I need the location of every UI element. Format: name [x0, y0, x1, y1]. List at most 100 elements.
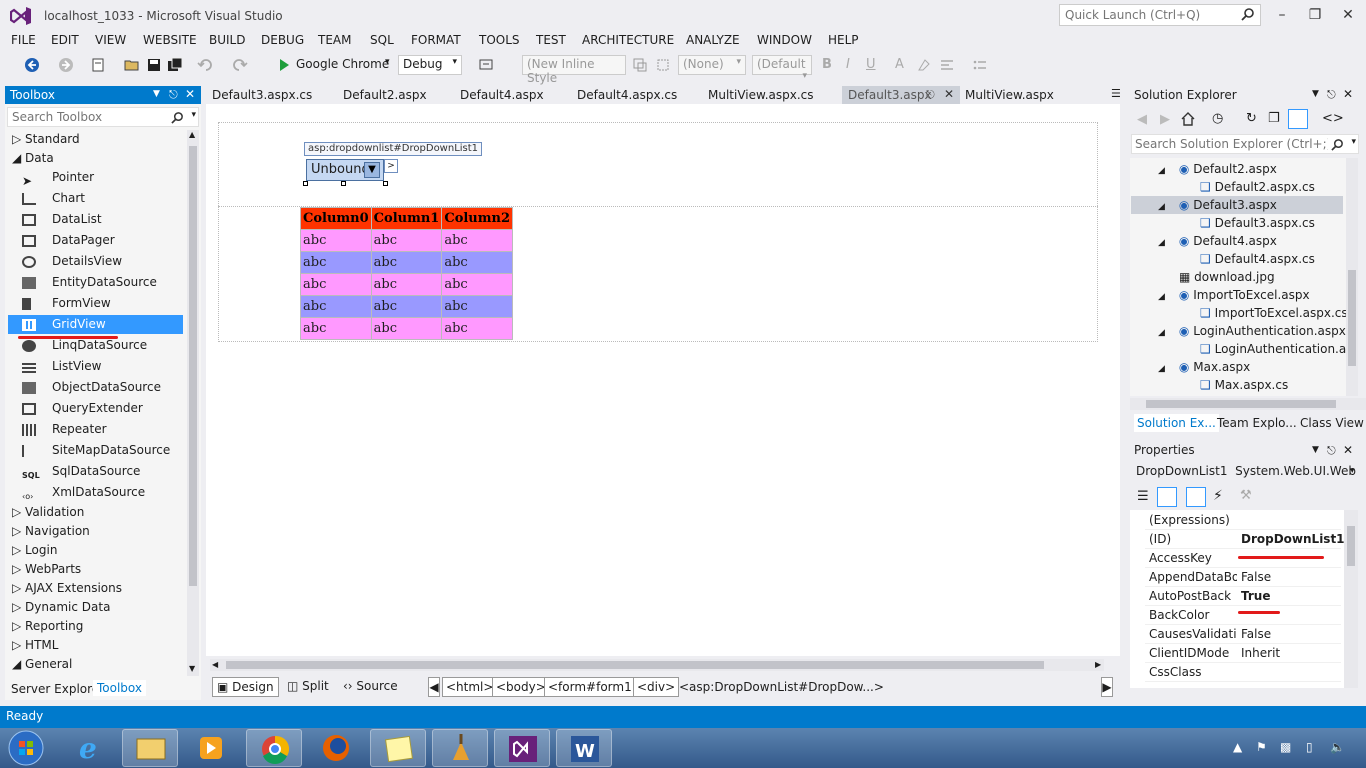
property-value[interactable]: False — [1241, 568, 1271, 587]
toolbox-item-chart[interactable]: Chart — [22, 189, 182, 208]
toolbox-category-validation[interactable]: ▷ Validation — [12, 503, 84, 521]
toolbox-item-repeater[interactable]: Repeater — [22, 420, 182, 439]
panel-menu-icon[interactable]: ▼ — [1312, 89, 1319, 99]
tray-overflow-icon[interactable]: ▲ — [1233, 740, 1242, 754]
toolbox-item-xmldatasource[interactable]: ‹o› XmlDataSource — [22, 483, 182, 502]
panel-menu-icon[interactable]: ▼ — [1312, 445, 1319, 455]
tree-item-download-jpg[interactable]: ▦ download.jpg — [1179, 268, 1275, 286]
breadcrumb-dropdownlist[interactable]: <asp:DropDownList#DropDow...> — [675, 677, 888, 697]
toolbox-category-webparts[interactable]: ▷ WebParts — [12, 560, 81, 578]
redo-icon[interactable] — [232, 57, 248, 73]
property-value[interactable]: False — [1241, 625, 1271, 644]
taskbar-word-icon[interactable]: W — [556, 729, 612, 767]
toolbox-item-gridview[interactable]: GridView — [8, 315, 183, 334]
underline-button[interactable]: U — [866, 57, 876, 72]
taskbar-cleaner-icon[interactable] — [432, 729, 488, 767]
tab-default4-aspx-cs[interactable]: Default4.aspx.cs — [577, 88, 677, 102]
solution-search-box[interactable]: ▾ — [1131, 134, 1359, 154]
solution-hscroll-thumb[interactable] — [1146, 400, 1336, 408]
close-window-button[interactable]: ✕ — [1331, 4, 1365, 26]
pin-icon[interactable]: ⎋ — [1327, 444, 1336, 458]
navigate-back-icon[interactable] — [24, 57, 40, 73]
tab-multiview-aspx[interactable]: MultiView.aspx — [965, 88, 1054, 102]
tab-toolbox[interactable]: Toolbox — [93, 680, 146, 696]
tree-item-max-aspx-cs[interactable]: ❑ Max.aspx.cs — [1200, 376, 1288, 394]
solution-scroll-thumb[interactable] — [1348, 270, 1356, 366]
scroll-left-icon[interactable]: ◀ — [212, 660, 218, 669]
history-icon[interactable]: ◷ — [1212, 111, 1223, 126]
taskbar-media-player-icon[interactable] — [183, 729, 239, 767]
scroll-up-icon[interactable]: ▲ — [189, 130, 195, 139]
tree-item-loginauthentication-aspx-cs[interactable]: ❑ LoginAuthentication.asp — [1200, 340, 1346, 358]
minimize-button[interactable]: – — [1265, 4, 1299, 26]
smart-tag-icon[interactable]: > — [384, 159, 398, 173]
taskbar-internet-explorer-icon[interactable]: e — [61, 729, 117, 767]
show-all-files-icon[interactable] — [1288, 109, 1308, 129]
pin-icon[interactable]: ⎋ — [926, 88, 935, 102]
categorized-icon[interactable]: ☰ — [1137, 489, 1149, 504]
home-icon[interactable] — [1181, 112, 1195, 126]
new-style-icon[interactable] — [632, 57, 648, 73]
close-panel-icon[interactable]: ✕ — [1343, 87, 1353, 101]
font-color-button[interactable]: A — [895, 57, 904, 72]
forward-icon[interactable]: ▶ — [1160, 112, 1170, 127]
toolbox-item-datalist[interactable]: DataList — [22, 210, 182, 229]
tab-class-view[interactable]: Class View — [1300, 414, 1364, 432]
tree-item-default3-aspx[interactable]: ◢ ◉ Default3.aspx — [1158, 196, 1277, 214]
property-row[interactable]: AppendDataBou False — [1145, 568, 1341, 587]
property-value[interactable]: True — [1241, 587, 1270, 606]
tree-item-default2-aspx-cs[interactable]: ❑ Default2.aspx.cs — [1200, 178, 1315, 196]
toolbox-item-queryextender[interactable]: QueryExtender — [22, 399, 182, 418]
tree-item-loginauthentication-aspx[interactable]: ◢ ◉ LoginAuthentication.aspx — [1158, 322, 1346, 340]
toolbox-item-objectdatasource[interactable]: ObjectDataSource — [22, 378, 182, 397]
design-view-button[interactable]: ▣ Design — [212, 677, 279, 697]
toolbox-item-formview[interactable]: FormView — [22, 294, 182, 313]
alphabetical-icon[interactable] — [1157, 487, 1177, 507]
menu-website[interactable]: WEBSITE — [143, 33, 197, 47]
taskbar-chrome-icon[interactable] — [246, 729, 302, 767]
crumb-prev-icon[interactable]: ◀ — [428, 677, 440, 697]
tree-item-default4-aspx-cs[interactable]: ❑ Default4.aspx.cs — [1200, 250, 1315, 268]
solution-config-select[interactable]: Debug ▾ — [398, 55, 462, 75]
target-rule-select[interactable]: (None) ▾ — [678, 55, 746, 75]
italic-button[interactable]: I — [846, 57, 850, 72]
tab-team-explorer[interactable]: Team Explo... — [1217, 414, 1297, 432]
events-icon[interactable]: ⚡ — [1213, 488, 1223, 504]
attach-style-sheet-icon[interactable] — [655, 57, 671, 73]
tree-item-importtoexcel-aspx-cs[interactable]: ❑ ImportToExcel.aspx.cs — [1200, 304, 1348, 322]
collapse-all-icon[interactable]: ❐ — [1268, 111, 1280, 126]
panel-menu-icon[interactable]: ▼ — [153, 89, 160, 99]
properties-object-selector[interactable]: DropDownList1 System.Web.UI.WebC — [1136, 464, 1356, 478]
tray-volume-icon[interactable]: 🔈 — [1330, 740, 1345, 754]
menu-edit[interactable]: EDIT — [51, 33, 79, 47]
run-target-dropdown-icon[interactable]: ▾ — [385, 57, 390, 67]
restore-button[interactable]: ❐ — [1298, 4, 1332, 26]
menu-analyze[interactable]: ANALYZE — [686, 33, 740, 47]
toolbox-item-sqldatasource[interactable]: SQL SqlDataSource — [22, 462, 182, 481]
tree-item-default4-aspx[interactable]: ◢ ◉ Default4.aspx — [1158, 232, 1277, 250]
tab-default3-aspx[interactable]: Default3.aspx — [848, 88, 932, 102]
properties-scroll-thumb[interactable] — [1347, 526, 1355, 566]
chevron-down-icon[interactable]: ▾ — [1350, 466, 1355, 476]
quick-launch-input[interactable] — [1060, 5, 1230, 25]
taskbar-visual-studio-icon[interactable] — [494, 729, 550, 767]
toolbox-scroll-thumb[interactable] — [189, 146, 197, 586]
close-panel-icon[interactable]: ✕ — [185, 87, 195, 101]
tree-item-default3-aspx-cs[interactable]: ❑ Default3.aspx.cs — [1200, 214, 1315, 232]
tree-item-importtoexcel-aspx[interactable]: ◢ ◉ ImportToExcel.aspx — [1158, 286, 1310, 304]
resize-handle[interactable] — [341, 181, 346, 186]
tree-item-max-aspx[interactable]: ◢ ◉ Max.aspx — [1158, 358, 1250, 376]
solution-search-input[interactable] — [1132, 135, 1328, 153]
tab-server-explorer[interactable]: Server Explorer — [11, 682, 104, 696]
property-row[interactable]: (Expressions) — [1145, 511, 1341, 530]
search-icon[interactable] — [1241, 7, 1255, 21]
menu-window[interactable]: WINDOW — [757, 33, 812, 47]
scroll-down-icon[interactable]: ▼ — [189, 664, 195, 673]
tab-default2-aspx[interactable]: Default2.aspx — [343, 88, 427, 102]
chevron-down-icon[interactable]: ▼ — [364, 162, 380, 178]
properties-view-icon[interactable] — [1186, 487, 1206, 507]
resize-handle[interactable] — [303, 181, 308, 186]
breadcrumb-html[interactable]: <html> — [442, 677, 498, 697]
property-pages-icon[interactable]: ⚒ — [1240, 488, 1252, 503]
undo-icon[interactable] — [197, 57, 213, 73]
